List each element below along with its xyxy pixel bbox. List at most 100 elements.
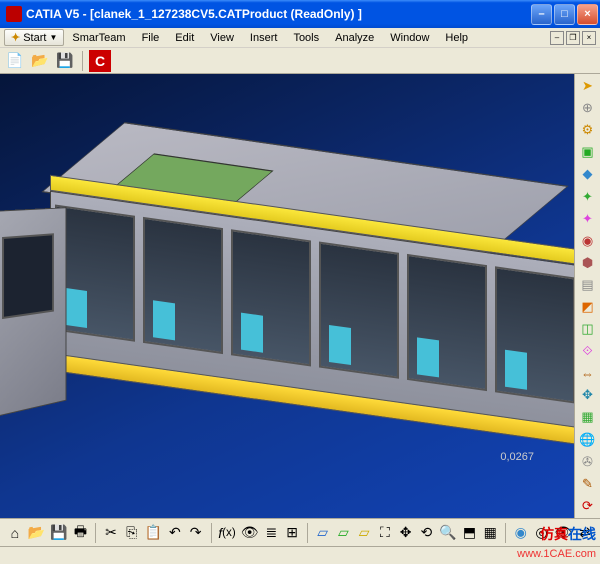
menu-view[interactable]: View	[202, 30, 242, 46]
doc-close-button[interactable]: ×	[582, 31, 596, 45]
axis-pink-icon[interactable]: ✦	[577, 209, 599, 229]
render-shaded-icon[interactable]: ◉	[512, 522, 530, 544]
right-toolbar: ➤ ⊕ ⚙ ▣ ◆ ✦ ✦ ◉ ⬢ ▤ ◩ ◫ ⟐ ⇔ ✥ ▦ 🌐 ✇ ✎ ⟳	[574, 74, 600, 518]
3d-viewport[interactable]: 0,0267	[0, 74, 574, 518]
menu-file[interactable]: File	[134, 30, 168, 46]
bottom-toolbar: ⌂ 📂 💾 🖶 ✂ ⎘ 📋 ↶ ↷ f(x) 👁 ≣ ⊞ ▱ ▱ ▱ ⛶ ✥ ⟲…	[0, 518, 600, 546]
tram-window	[319, 242, 399, 379]
product-icon[interactable]: ▣	[577, 142, 599, 162]
assembly-icon[interactable]: ⚙	[577, 120, 599, 140]
snap-icon[interactable]: ✥	[577, 385, 599, 405]
menu-analyze[interactable]: Analyze	[327, 30, 382, 46]
axis-green-icon[interactable]: ✦	[577, 186, 599, 206]
top-toolbar: 📄 📂 💾 C	[0, 48, 600, 74]
doc-restore-button[interactable]: ❐	[566, 31, 580, 45]
watermark-url: www.1CAE.com	[517, 548, 596, 560]
save-icon[interactable]: 💾	[54, 50, 76, 72]
menu-window[interactable]: Window	[382, 30, 437, 46]
start-menu[interactable]: ✦ Start ▼	[4, 29, 64, 46]
seat	[329, 325, 352, 365]
measure-icon[interactable]: 👁	[240, 522, 260, 544]
plane-green-icon[interactable]: ▱	[335, 522, 353, 544]
watermark-part2: 在线	[568, 526, 596, 542]
menu-edit[interactable]: Edit	[167, 30, 202, 46]
select-arrow-icon[interactable]: ➤	[577, 76, 599, 96]
new-document-icon[interactable]: 📄	[4, 50, 26, 72]
toolbar-separator	[95, 523, 96, 543]
coordinates-readout: 0,0267	[500, 451, 534, 463]
tram-window	[55, 204, 135, 341]
menu-insert[interactable]: Insert	[242, 30, 286, 46]
universal-icon[interactable]: 🌐	[577, 430, 599, 450]
pan-icon[interactable]: ✥	[397, 522, 415, 544]
statusbar	[0, 546, 600, 564]
seat	[241, 313, 264, 353]
compass-icon[interactable]: ⊕	[577, 98, 599, 118]
section-icon[interactable]: ▤	[577, 275, 599, 295]
seat	[65, 288, 88, 328]
tram-window	[143, 217, 223, 354]
open-icon[interactable]: 📂	[29, 50, 51, 72]
catia-logo-icon[interactable]: C	[89, 50, 111, 72]
close-button[interactable]: ×	[577, 4, 598, 25]
measures-icon[interactable]: ◫	[577, 319, 599, 339]
robot-icon[interactable]: ✇	[577, 452, 599, 472]
seat	[153, 301, 176, 341]
toolbar-separator	[307, 523, 308, 543]
watermark-part1: 仿真	[540, 526, 568, 542]
fx-icon[interactable]: f(x)	[217, 522, 236, 544]
toolbar-separator	[82, 51, 83, 71]
menu-smarteam[interactable]: SmarTeam	[64, 30, 133, 46]
plane-blue-icon[interactable]: ▱	[314, 522, 332, 544]
tram-window	[231, 229, 311, 366]
constraint-icon[interactable]: ▦	[577, 407, 599, 427]
window-titlebar: CATIA V5 - [clanek_1_127238CV5.CATProduc…	[0, 0, 600, 28]
menubar: ✦ Start ▼ SmarTeam File Edit View Insert…	[0, 28, 600, 48]
normal-view-icon[interactable]: ⬒	[461, 522, 479, 544]
print-icon[interactable]: 🖶	[72, 522, 90, 544]
rotate-icon[interactable]: ⟲	[417, 522, 435, 544]
measure-between-icon[interactable]: ⇔	[577, 363, 599, 383]
undo-icon[interactable]: ↶	[166, 522, 184, 544]
cut-icon[interactable]: ✂	[102, 522, 120, 544]
tram-model	[0, 154, 574, 454]
3d-annotate-icon[interactable]: ✎	[577, 474, 599, 494]
zoom-icon[interactable]: 🔍	[438, 522, 457, 544]
tram-window	[407, 254, 487, 391]
home-icon[interactable]: ⌂	[6, 522, 24, 544]
zoom-fit-icon[interactable]: ⛶	[376, 522, 394, 544]
multi-view-icon[interactable]: ▦	[481, 522, 499, 544]
measure-item-icon[interactable]: ⟐	[577, 341, 599, 361]
clash-icon[interactable]: ⬢	[577, 253, 599, 273]
copy-icon[interactable]: ⎘	[123, 522, 141, 544]
menu-help[interactable]: Help	[437, 30, 476, 46]
seat	[417, 338, 440, 378]
open-icon[interactable]: 📂	[27, 522, 46, 544]
redo-icon[interactable]: ↷	[187, 522, 205, 544]
document-controls: – ❐ ×	[550, 31, 596, 45]
start-label: Start	[23, 32, 46, 44]
menu-tools[interactable]: Tools	[285, 30, 327, 46]
chevron-down-icon: ▼	[49, 33, 57, 42]
toolbar-separator	[505, 523, 506, 543]
component-icon[interactable]: ◆	[577, 164, 599, 184]
seat	[505, 350, 528, 390]
grid-icon[interactable]: ⊞	[283, 522, 301, 544]
window-controls: – □ ×	[531, 4, 598, 25]
plane-yellow-icon[interactable]: ▱	[355, 522, 373, 544]
watermark-text: 仿真在线	[540, 524, 596, 544]
window-title: CATIA V5 - [clanek_1_127238CV5.CATProduc…	[26, 7, 531, 21]
maximize-button[interactable]: □	[554, 4, 575, 25]
tram-cab	[0, 207, 66, 418]
update-icon[interactable]: ⟳	[577, 496, 599, 516]
cab-windscreen	[2, 233, 54, 319]
cut-section-icon[interactable]: ◩	[577, 297, 599, 317]
geometry-icon[interactable]: ◉	[577, 231, 599, 251]
minimize-button[interactable]: –	[531, 4, 552, 25]
tree-icon[interactable]: ≣	[263, 522, 281, 544]
paste-icon[interactable]: 📋	[144, 522, 163, 544]
toolbar-separator	[211, 523, 212, 543]
app-icon	[6, 6, 22, 22]
save-all-icon[interactable]: 💾	[49, 522, 68, 544]
doc-minimize-button[interactable]: –	[550, 31, 564, 45]
